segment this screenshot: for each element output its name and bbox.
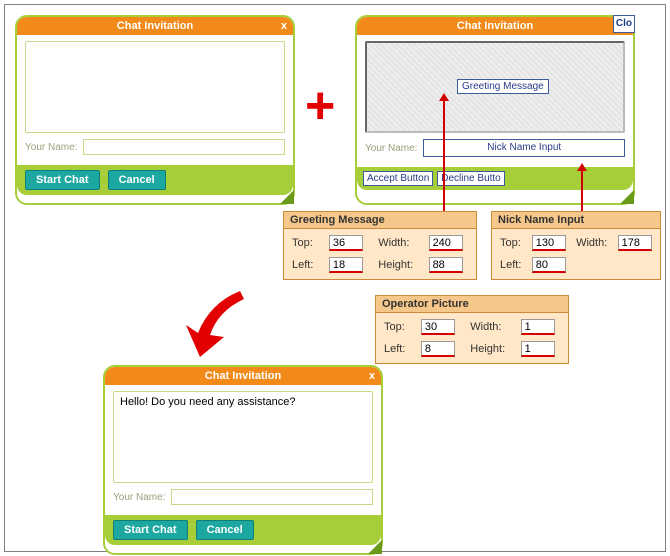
diagram-stage: Chat Invitation x Your Name: Start Chat … — [4, 4, 666, 552]
nickname-placeholder: Nick Name Input — [423, 139, 625, 157]
title-bar: Chat Invitation x — [105, 367, 381, 385]
left-label: Left: — [500, 259, 522, 271]
greeting-message-area: Greeting Message — [365, 41, 625, 133]
greeting-message-area: Hello! Do you need any assistance? — [113, 391, 373, 483]
name-label: Your Name: — [113, 492, 165, 503]
greeting-text: Hello! Do you need any assistance? — [120, 396, 296, 408]
width-label: Width: — [470, 321, 510, 333]
corner-fold-icon — [280, 190, 294, 204]
panel-title: Nick Name Input — [492, 212, 660, 229]
width-input[interactable] — [521, 319, 555, 335]
top-input[interactable] — [329, 235, 363, 251]
nickname-input[interactable] — [171, 489, 373, 505]
top-label: Top: — [384, 321, 411, 333]
width-label: Width: — [378, 237, 418, 249]
close-button[interactable]: Clo — [613, 15, 635, 33]
decline-button-placeholder: Decline Butto — [437, 171, 504, 186]
title-bar: Chat Invitation Clo — [357, 17, 633, 35]
greeting-message-area — [25, 41, 285, 133]
accept-button-placeholder: Accept Button — [363, 171, 433, 186]
width-label: Width: — [576, 237, 608, 249]
plus-icon: + — [305, 80, 335, 132]
button-row: Start Chat Cancel — [105, 515, 381, 545]
width-input[interactable] — [429, 235, 463, 251]
title-bar: Chat Invitation x — [17, 17, 293, 35]
nickname-input[interactable] — [83, 139, 285, 155]
left-label: Left: — [292, 259, 319, 271]
panel-nick-name-input: Nick Name Input Top: Width: Left: — [491, 211, 661, 280]
height-label: Height: — [378, 259, 418, 271]
panel-title: Greeting Message — [284, 212, 476, 229]
button-row: Accept Button Decline Butto — [357, 167, 633, 190]
big-arrow-icon — [180, 283, 260, 363]
cancel-button[interactable]: Cancel — [108, 170, 166, 190]
corner-fold-icon — [368, 540, 382, 554]
greeting-placeholder: Greeting Message — [457, 79, 549, 94]
chat-window-template: Chat Invitation x Your Name: Start Chat … — [15, 15, 295, 205]
cancel-button[interactable]: Cancel — [196, 520, 254, 540]
left-label: Left: — [384, 343, 411, 355]
left-input[interactable] — [329, 257, 363, 273]
height-input[interactable] — [521, 341, 555, 357]
chat-window-result: Chat Invitation x Hello! Do you need any… — [103, 365, 383, 555]
name-label: Your Name: — [365, 143, 417, 154]
button-row: Start Chat Cancel — [17, 165, 293, 195]
height-label: Height: — [470, 343, 510, 355]
top-label: Top: — [292, 237, 319, 249]
top-input[interactable] — [421, 319, 455, 335]
name-label: Your Name: — [25, 142, 77, 153]
window-title: Chat Invitation — [117, 20, 193, 32]
top-input[interactable] — [532, 235, 566, 251]
left-input[interactable] — [532, 257, 566, 273]
chat-window-design: Chat Invitation Clo Greeting Message You… — [355, 15, 635, 205]
window-title: Chat Invitation — [205, 370, 281, 382]
panel-operator-picture: Operator Picture Top: Width: Left: Heigh… — [375, 295, 569, 364]
top-label: Top: — [500, 237, 522, 249]
window-title: Chat Invitation — [457, 20, 533, 32]
start-chat-button[interactable]: Start Chat — [25, 170, 100, 190]
panel-greeting-message: Greeting Message Top: Width: Left: Heigh… — [283, 211, 477, 280]
panel-title: Operator Picture — [376, 296, 568, 313]
height-input[interactable] — [429, 257, 463, 273]
close-icon[interactable]: x — [281, 19, 287, 33]
corner-fold-icon — [620, 190, 634, 204]
close-icon[interactable]: x — [369, 369, 375, 383]
start-chat-button[interactable]: Start Chat — [113, 520, 188, 540]
width-input[interactable] — [618, 235, 652, 251]
left-input[interactable] — [421, 341, 455, 357]
